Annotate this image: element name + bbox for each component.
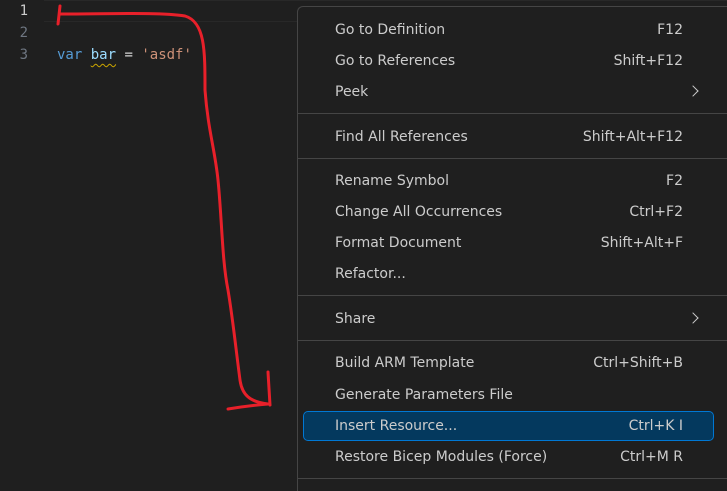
menu-separator <box>298 295 727 296</box>
chevron-right-icon <box>687 312 699 324</box>
menu-item-label: Find All References <box>335 129 468 145</box>
menu-item-shortcut: Ctrl+F2 <box>629 204 683 220</box>
menu-item-shortcut: F2 <box>666 173 683 189</box>
menu-item-label: Rename Symbol <box>335 173 450 189</box>
chevron-right-icon <box>687 85 699 97</box>
menu-item-shortcut: Ctrl+Shift+B <box>593 355 683 371</box>
menu-item-build-arm-template[interactable]: Build ARM Template Ctrl+Shift+B <box>304 349 713 377</box>
menu-separator <box>298 478 727 479</box>
menu-item-change-all-occurrences[interactable]: Change All Occurrences Ctrl+F2 <box>304 198 713 226</box>
menu-separator <box>298 340 727 341</box>
context-menu: Go to Definition F12 Go to References Sh… <box>297 6 727 491</box>
menu-item-label: Go to Definition <box>335 22 446 38</box>
menu-item-peek[interactable]: Peek <box>304 78 713 106</box>
menu-item-shortcut: Ctrl+K I <box>628 418 683 434</box>
menu-item-shortcut: Shift+Alt+F12 <box>582 129 683 145</box>
menu-item-label: Insert Resource... <box>335 418 458 434</box>
identifier-bar[interactable]: bar <box>91 47 116 63</box>
menu-separator <box>298 113 727 114</box>
line-number-2: 2 <box>19 25 28 41</box>
keyword-var: var <box>57 47 83 63</box>
menu-item-label: Go to References <box>335 53 456 69</box>
menu-item-label: Format Document <box>335 235 462 251</box>
menu-item-share[interactable]: Share <box>304 305 713 333</box>
menu-item-label: Restore Bicep Modules (Force) <box>335 449 548 465</box>
menu-item-restore-bicep-modules[interactable]: Restore Bicep Modules (Force) Ctrl+M R <box>304 443 713 471</box>
menu-item-shortcut: Ctrl+M R <box>620 449 683 465</box>
menu-item-go-to-references[interactable]: Go to References Shift+F12 <box>304 47 713 75</box>
menu-item-label: Share <box>335 311 376 327</box>
menu-item-label: Change All Occurrences <box>335 204 503 220</box>
line-number-3: 3 <box>19 47 28 63</box>
menu-item-format-document[interactable]: Format Document Shift+Alt+F <box>304 229 713 257</box>
menu-item-label: Generate Parameters File <box>335 387 513 403</box>
menu-item-shortcut: Shift+F12 <box>613 53 683 69</box>
menu-item-find-all-references[interactable]: Find All References Shift+Alt+F12 <box>304 123 713 151</box>
code-line-3[interactable]: var bar = 'asdf' <box>57 44 192 66</box>
menu-item-shortcut: F12 <box>657 22 683 38</box>
menu-item-refactor[interactable]: Refactor... <box>304 260 713 288</box>
menu-item-label: Refactor... <box>335 266 406 282</box>
menu-item-rename-symbol[interactable]: Rename Symbol F2 <box>304 167 713 195</box>
menu-separator <box>298 158 727 159</box>
string-literal: 'asdf' <box>141 47 192 63</box>
menu-item-shortcut: Shift+Alt+F <box>600 235 683 251</box>
assignment-operator: = <box>124 47 133 63</box>
menu-item-generate-parameters-file[interactable]: Generate Parameters File <box>304 381 713 409</box>
menu-item-label: Peek <box>335 84 369 100</box>
menu-item-go-to-definition[interactable]: Go to Definition F12 <box>304 16 713 44</box>
line-number-1: 1 <box>19 3 28 19</box>
menu-item-insert-resource[interactable]: Insert Resource... Ctrl+K I <box>303 411 714 441</box>
menu-item-label: Build ARM Template <box>335 355 475 371</box>
